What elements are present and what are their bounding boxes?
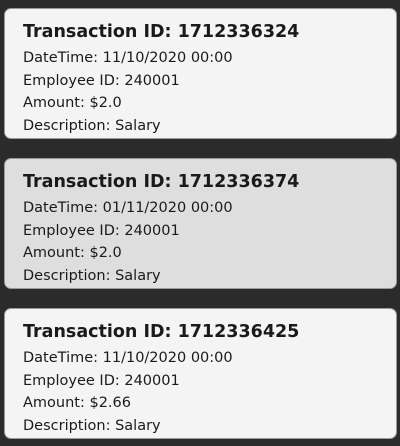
transaction-id: Transaction ID: 1712336425 (23, 322, 300, 342)
transaction-employee-id: Employee ID: 240001 (23, 372, 180, 389)
transaction-employee-id: Employee ID: 240001 (23, 72, 180, 89)
transaction-amount: Amount: $2.66 (23, 395, 131, 411)
transaction-id: Transaction ID: 1712336374 (23, 172, 300, 192)
transaction-description: Description: Salary (23, 267, 161, 284)
transaction-description: Description: Salary (23, 417, 161, 434)
transaction-list: Transaction ID: 1712336324 DateTime: 11/… (0, 0, 400, 446)
transaction-amount: Amount: $2.0 (23, 245, 122, 261)
transaction-card[interactable]: Transaction ID: 1712336324 DateTime: 11/… (4, 8, 397, 139)
transaction-description: Description: Salary (23, 117, 161, 134)
transaction-datetime: DateTime: 11/10/2020 00:00 (23, 350, 233, 366)
transaction-card[interactable]: Transaction ID: 1712336425 DateTime: 11/… (4, 308, 397, 439)
transaction-card-selected[interactable]: Transaction ID: 1712336374 DateTime: 01/… (4, 158, 397, 289)
transaction-datetime: DateTime: 11/10/2020 00:00 (23, 50, 233, 66)
transaction-employee-id: Employee ID: 240001 (23, 222, 180, 239)
transaction-datetime: DateTime: 01/11/2020 00:00 (23, 200, 233, 216)
transaction-amount: Amount: $2.0 (23, 95, 122, 111)
transaction-id: Transaction ID: 1712336324 (23, 22, 300, 42)
